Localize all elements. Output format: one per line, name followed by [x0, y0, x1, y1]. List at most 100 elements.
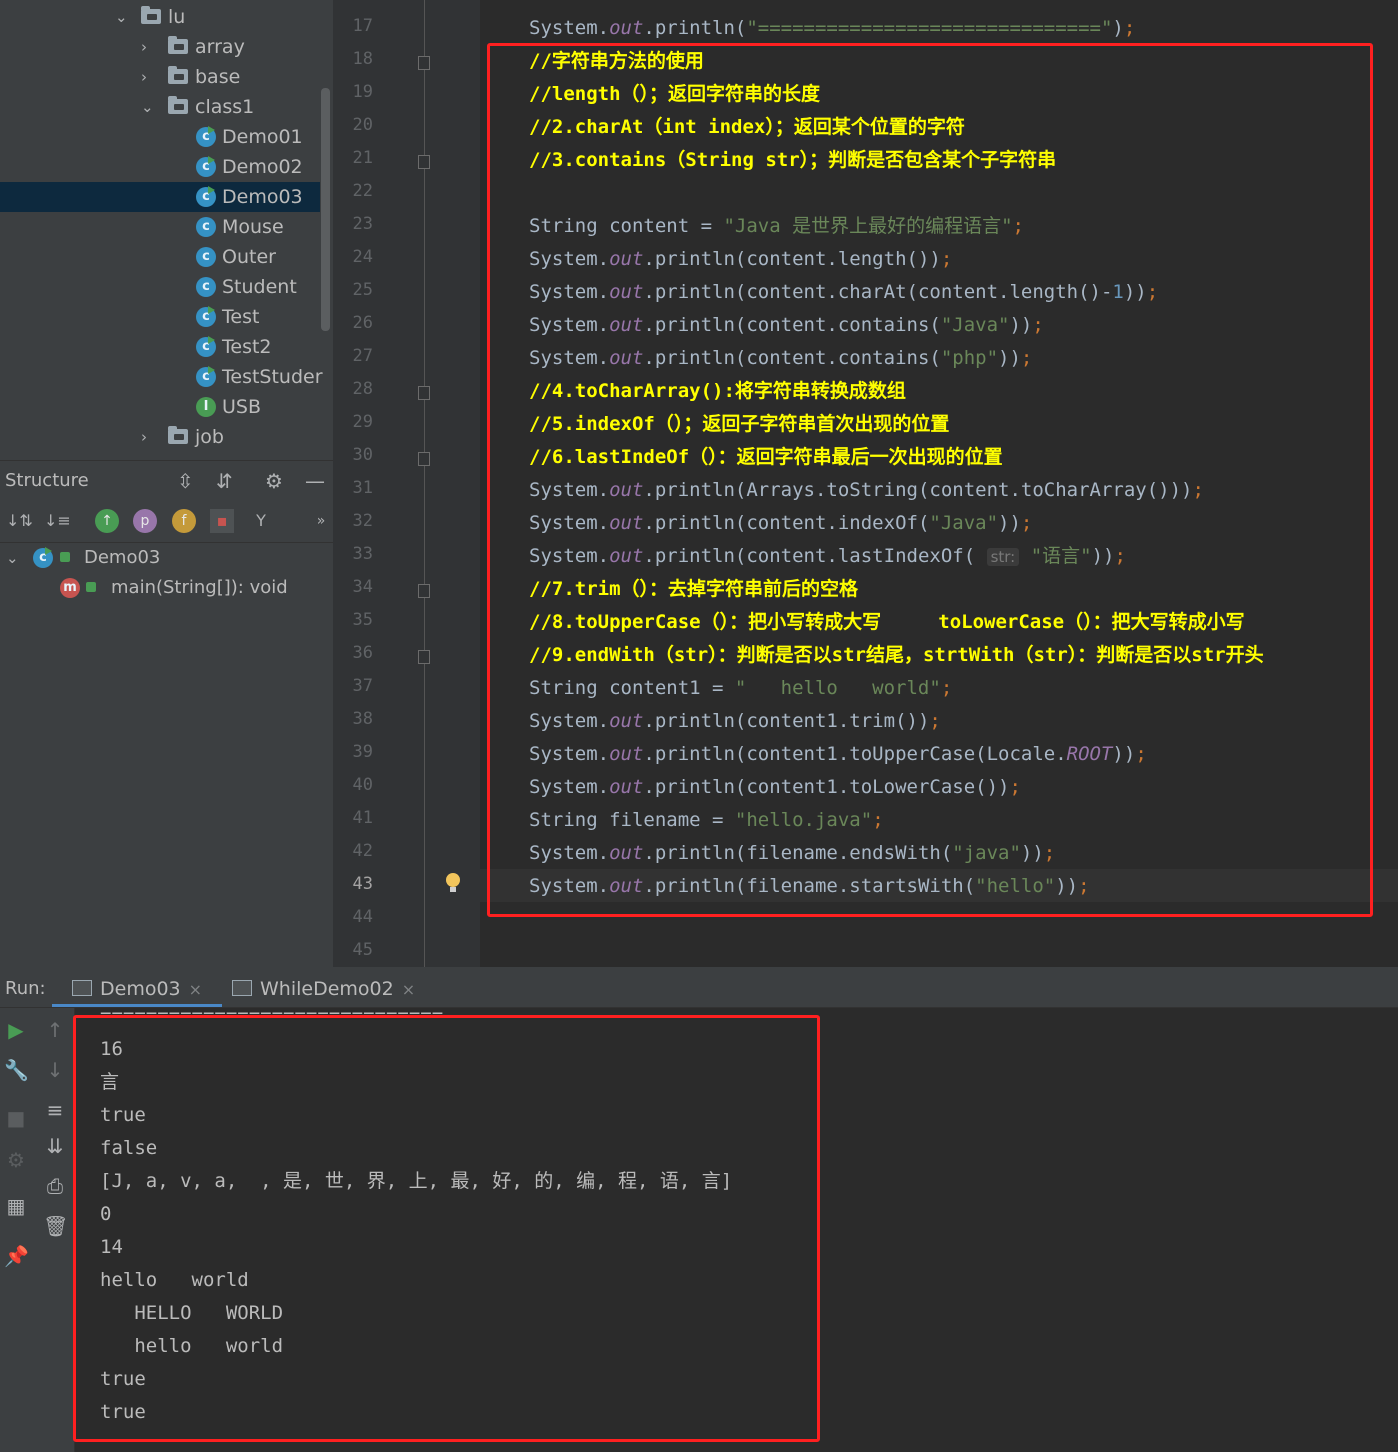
sort-alphabetically-icon[interactable]: ↓≡: [44, 509, 71, 533]
wrench-icon[interactable]: 🔧: [4, 1058, 29, 1082]
class-icon: c: [196, 277, 216, 297]
run-tab-demo03[interactable]: Demo03 ×: [52, 967, 223, 1007]
chevron-right-icon[interactable]: ›: [141, 422, 155, 452]
arrow-up-icon[interactable]: ↑: [43, 1018, 67, 1042]
line-number: 41: [352, 808, 373, 828]
tree-item-demo01[interactable]: c Demo01: [0, 122, 320, 152]
show-inherited-icon[interactable]: ↑: [95, 509, 119, 533]
close-icon[interactable]: ×: [402, 980, 415, 999]
line-number: 40: [352, 775, 373, 795]
line-number: 17: [352, 16, 373, 36]
line-number: 29: [352, 412, 373, 432]
runnable-class-icon: c: [196, 156, 216, 177]
line-number: 20: [352, 115, 373, 135]
tree-scrollbar[interactable]: [321, 88, 330, 331]
line-number: 25: [352, 280, 373, 300]
class-icon: c: [196, 247, 216, 267]
hide-icon[interactable]: —: [305, 469, 325, 493]
tree-item-label: job: [195, 426, 224, 448]
fold-marker-icon[interactable]: [418, 155, 430, 169]
tree-item-label: Demo03: [222, 186, 303, 208]
tree-item-array[interactable]: › array: [0, 32, 320, 62]
tree-item-label: class1: [195, 96, 255, 118]
print-icon[interactable]: ⎙: [43, 1174, 67, 1198]
structure-tree: ⌄ c Demo03 m main(String[]): void: [0, 543, 333, 623]
package-icon: [168, 36, 188, 54]
tree-item-label: USB: [222, 396, 262, 418]
run-tab-whiledemo02[interactable]: WhileDemo02 ×: [232, 967, 415, 1007]
pin-icon[interactable]: 📌: [4, 1244, 29, 1268]
line-number: 18: [352, 49, 373, 69]
left-tool-panel: ⌄ lu › array › base ⌄ class1 c Demo01 c …: [0, 0, 333, 967]
tree-item-outer[interactable]: c Outer: [0, 242, 320, 272]
line-number: 21: [352, 148, 373, 168]
show-lambdas-icon[interactable]: Y: [249, 509, 273, 533]
tree-item-class1[interactable]: ⌄ class1: [0, 92, 320, 122]
arrow-down-icon[interactable]: ↓: [43, 1058, 67, 1082]
tree-item-label: Test: [222, 306, 260, 328]
show-properties-icon[interactable]: p: [133, 509, 157, 533]
runnable-class-icon: c: [33, 547, 53, 568]
line-number: 31: [352, 478, 373, 498]
expand-all-icon[interactable]: ⇳: [177, 469, 194, 493]
tree-item-teststuder[interactable]: c TestStuder: [0, 362, 323, 392]
runnable-class-icon: c: [196, 306, 216, 327]
console-window-icon: [232, 980, 252, 996]
line-number: 34: [352, 577, 373, 597]
line-number: 35: [352, 610, 373, 630]
tree-item-student[interactable]: c Student: [0, 272, 320, 302]
line-number: 22: [352, 181, 373, 201]
soft-wrap-icon[interactable]: ≡: [43, 1098, 67, 1122]
line-number: 19: [352, 82, 373, 102]
tree-item-label: base: [195, 66, 241, 88]
show-fields-icon[interactable]: f: [172, 509, 196, 533]
fold-marker-icon[interactable]: [418, 452, 430, 466]
chevron-right-icon[interactable]: ›: [141, 32, 155, 62]
fold-marker-icon[interactable]: [418, 650, 430, 664]
collapse-all-icon[interactable]: ⇵: [216, 469, 233, 493]
line-number: 26: [352, 313, 373, 333]
tree-item-job[interactable]: › job: [0, 422, 320, 452]
fold-marker-icon[interactable]: [418, 56, 430, 70]
stop-icon[interactable]: ■: [4, 1106, 28, 1130]
chevron-down-icon[interactable]: ⌄: [141, 92, 155, 122]
package-icon: [168, 66, 188, 84]
scroll-to-end-icon[interactable]: ⇊: [43, 1134, 67, 1158]
gear-icon[interactable]: ⚙: [265, 469, 283, 493]
line-number: 24: [352, 247, 373, 267]
line-number: 37: [352, 676, 373, 696]
interface-icon: I: [196, 397, 216, 417]
class-icon: c: [196, 217, 216, 237]
sort-by-visibility-icon[interactable]: ↓⇅: [6, 509, 33, 533]
more-icon[interactable]: »: [309, 509, 333, 533]
lightbulb-icon[interactable]: [446, 873, 460, 892]
gutter-divider: [424, 0, 425, 967]
rerun-icon[interactable]: ▶: [4, 1018, 28, 1042]
structure-toolbar: ↓⇅ ↓≡ ↑ p f ▪ Y »: [0, 502, 333, 543]
run-tab-bar: Run: Demo03 × WhileDemo02 ×: [0, 967, 1398, 1008]
tree-item-demo03[interactable]: c Demo03: [0, 182, 320, 212]
tree-item-mouse[interactable]: c Mouse: [0, 212, 320, 242]
tree-item-usb[interactable]: I USB: [0, 392, 320, 422]
show-non-public-icon[interactable]: ▪: [210, 509, 234, 533]
fold-marker-icon[interactable]: [418, 584, 430, 598]
tree-item-base[interactable]: › base: [0, 62, 320, 92]
runnable-class-icon: c: [196, 366, 216, 387]
tree-item-lu[interactable]: ⌄ lu: [0, 2, 320, 32]
settings-gear-icon[interactable]: ⚙: [4, 1148, 28, 1172]
chevron-down-icon[interactable]: ⌄: [115, 2, 129, 32]
layout-icon[interactable]: ▦: [4, 1194, 28, 1218]
tree-item-test2[interactable]: c Test2: [0, 332, 320, 362]
fold-marker-icon[interactable]: [418, 386, 430, 400]
line-number: 44: [352, 907, 373, 927]
tree-item-test[interactable]: c Test: [0, 302, 320, 332]
line-number: 27: [352, 346, 373, 366]
structure-method-label: main(String[]): void: [111, 577, 288, 598]
package-icon: [141, 6, 161, 24]
trash-icon[interactable]: 🗑: [43, 1214, 68, 1238]
tree-item-demo02[interactable]: c Demo02: [0, 152, 320, 182]
chevron-right-icon[interactable]: ›: [141, 62, 155, 92]
chevron-down-icon[interactable]: ⌄: [6, 543, 19, 573]
close-icon[interactable]: ×: [189, 980, 202, 999]
editor-gutter: 17 18 19 20 21 22 23 24 25 26 27 28 29 3…: [333, 0, 480, 967]
